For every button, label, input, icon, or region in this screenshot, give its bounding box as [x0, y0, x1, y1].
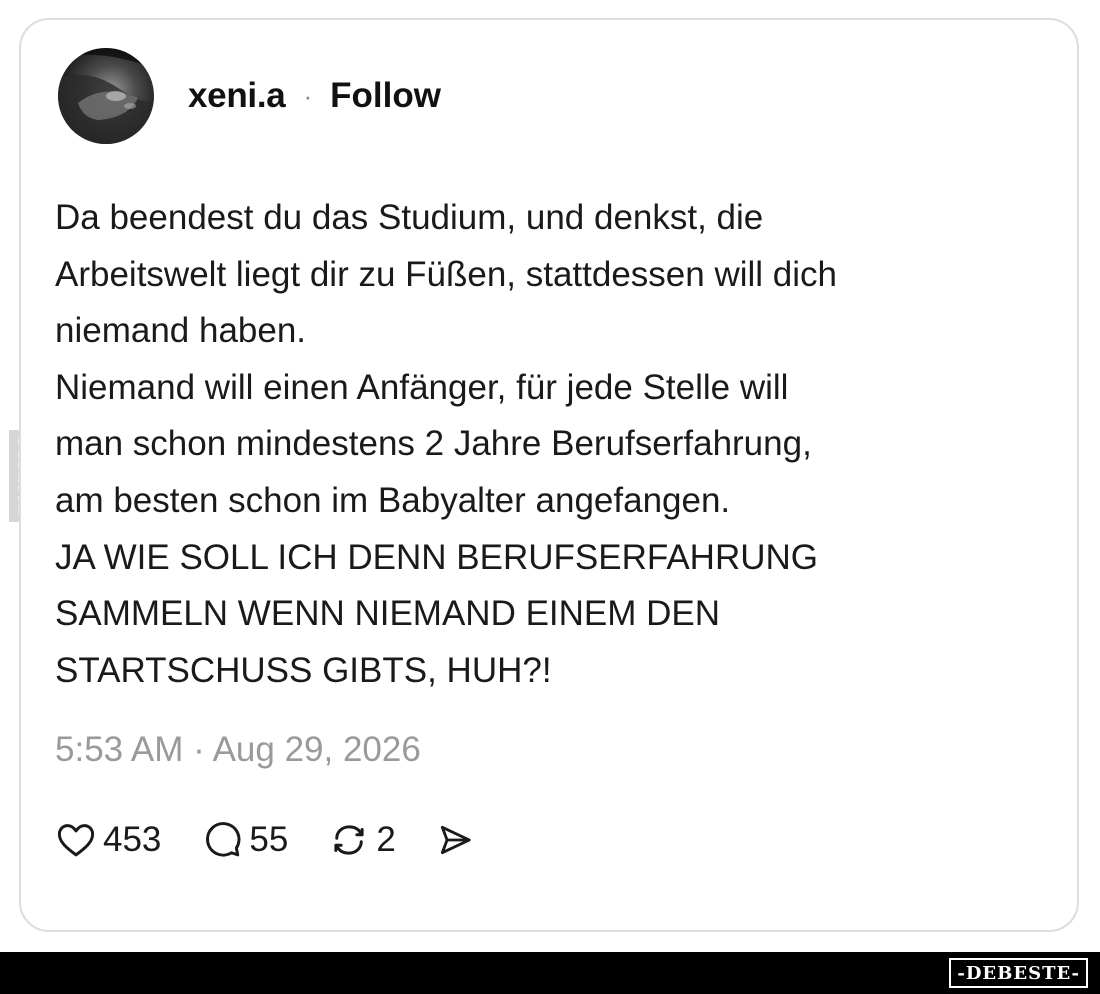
- post-body: Da beendest du das Studium, und denkst, …: [55, 190, 1015, 699]
- repost-button[interactable]: 2: [328, 819, 396, 861]
- follow-button[interactable]: Follow: [330, 76, 441, 116]
- post-body-line: JA WIE SOLL ICH DENN BERUFSERFAHRUNG: [55, 537, 818, 577]
- action-bar: 453 55 2: [55, 816, 474, 864]
- debeste-logo: -DEBESTE-: [949, 958, 1088, 988]
- post-body-line: Da beendest du das Studium, und denkst, …: [55, 198, 764, 237]
- footer-watermark-text: -DEBESTE-: [957, 962, 1080, 984]
- page: DEBESTE xeni.a · Fol: [0, 0, 1100, 994]
- footer-watermark-bar: -DEBESTE-: [0, 952, 1100, 994]
- post-body-line: niemand haben.: [55, 311, 307, 351]
- send-icon: [436, 821, 474, 859]
- post-body-line: man schon mindestens 2 Jahre Berufserfah…: [55, 424, 812, 464]
- post-body-line: SAMMELN WENN NIEMAND EINEM DEN: [55, 594, 721, 634]
- avatar[interactable]: [58, 48, 154, 144]
- post-body-line: Arbeitswelt liegt dir zu Füßen, stattdes…: [55, 254, 837, 294]
- header-separator: ·: [303, 80, 313, 111]
- share-button[interactable]: [436, 821, 474, 859]
- username[interactable]: xeni.a: [188, 76, 286, 116]
- post-body-line: STARTSCHUSS GIBTS, HUH?!: [55, 650, 552, 690]
- post-timestamp[interactable]: 5:53 AM · Aug 29, 2026: [55, 730, 421, 770]
- like-count: 453: [103, 820, 162, 859]
- repost-count: 2: [376, 820, 396, 859]
- comment-button[interactable]: 55: [201, 819, 288, 861]
- comment-count: 55: [249, 820, 289, 859]
- avatar-image: [58, 48, 154, 144]
- repost-icon: [328, 819, 370, 861]
- heart-icon: [55, 819, 97, 861]
- post-header: xeni.a · Follow: [58, 48, 441, 144]
- comment-bubble-icon: [201, 819, 243, 861]
- like-button[interactable]: 453: [55, 819, 161, 861]
- post-body-line: am besten schon im Babyalter angefangen.: [55, 480, 731, 520]
- post-body-line: Niemand will einen Anfänger, für jede St…: [55, 367, 789, 407]
